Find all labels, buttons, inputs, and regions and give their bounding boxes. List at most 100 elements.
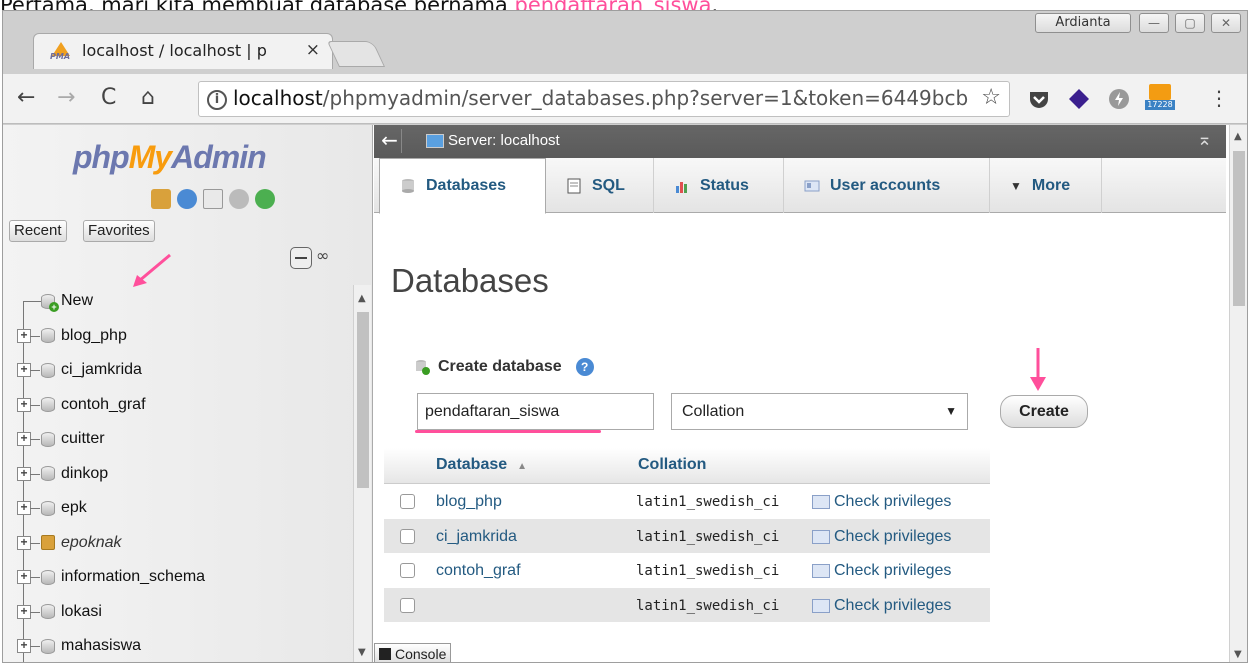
collation-select[interactable]: Collation ▼ xyxy=(671,393,968,430)
server-icon xyxy=(426,134,444,148)
row-checkbox[interactable] xyxy=(400,494,415,509)
logout-icon[interactable] xyxy=(177,189,197,209)
minimize-icon[interactable]: — xyxy=(1139,13,1169,33)
scroll-up-icon[interactable]: ▲ xyxy=(358,293,366,304)
expand-icon[interactable]: + xyxy=(17,466,31,481)
title-bar: PMA localhost / localhost | p × Ardianta… xyxy=(3,11,1247,74)
ghostery-icon[interactable] xyxy=(1107,87,1131,111)
help-icon[interactable]: ? xyxy=(575,358,594,376)
expand-icon[interactable]: + xyxy=(17,604,31,619)
phpmyadmin-logo[interactable]: phpMyAdmin xyxy=(73,139,267,176)
expand-icon[interactable]: + xyxy=(17,397,31,412)
navigation-bar: ← → C ⌂ i localhost/phpmyadmin/server_dat… xyxy=(3,74,1247,124)
check-privileges-link[interactable]: Check privileges xyxy=(812,493,951,511)
browser-menu-icon[interactable]: ⋮ xyxy=(1209,84,1229,112)
tree-item[interactable]: + ci_jamkrida xyxy=(3,353,351,388)
nav-scroll-thumb[interactable] xyxy=(357,312,369,488)
scroll-up-icon[interactable]: ▲ xyxy=(1234,131,1242,142)
tab-databases[interactable]: Databases xyxy=(379,158,546,214)
privileges-icon xyxy=(812,529,830,544)
main-scrollbar[interactable]: ▲ ▼ xyxy=(1229,125,1247,662)
favorites-button[interactable]: Favorites xyxy=(83,220,155,242)
caret-down-icon: ▼ xyxy=(1010,178,1022,193)
check-privileges-link[interactable]: Check privileges xyxy=(812,528,951,546)
expand-icon[interactable]: + xyxy=(17,363,31,378)
browser-tab[interactable]: PMA localhost / localhost | p × xyxy=(33,33,333,69)
pma-navigation-panel: phpMyAdmin Recent Favorites ∞ + New + bl… xyxy=(3,125,373,662)
profile-button[interactable]: Ardianta xyxy=(1035,13,1131,33)
user-accounts-icon xyxy=(804,180,820,191)
tree-item[interactable]: + contoh_graf xyxy=(3,387,351,422)
main-scroll-thumb[interactable] xyxy=(1233,151,1245,306)
url-path: /phpmyadmin/server_databases.php?server=… xyxy=(322,86,969,110)
forward-icon[interactable]: → xyxy=(57,84,75,112)
tab-close-icon[interactable]: × xyxy=(306,40,320,60)
row-checkbox[interactable] xyxy=(400,563,415,578)
new-tab-button[interactable] xyxy=(326,41,386,67)
tree-item[interactable]: + lokasi xyxy=(3,594,351,629)
tab-user-accounts[interactable]: User accounts xyxy=(784,158,990,213)
home-icon[interactable] xyxy=(151,189,171,209)
privileges-icon xyxy=(812,564,830,578)
collapse-top-icon[interactable]: ⌅ xyxy=(1197,129,1212,150)
expand-icon[interactable]: + xyxy=(17,501,31,516)
tree-item[interactable]: + information_schema xyxy=(3,560,351,595)
home-icon[interactable]: ⌂ xyxy=(141,84,155,112)
tab-status[interactable]: Status xyxy=(654,158,784,213)
expand-icon[interactable]: + xyxy=(17,432,31,447)
collapse-nav-icon[interactable]: ← xyxy=(378,129,402,153)
site-info-icon[interactable]: i xyxy=(207,90,227,110)
table-row: blog_php latin1_swedish_ci Check privile… xyxy=(384,484,990,519)
expand-icon[interactable]: + xyxy=(17,535,31,550)
scroll-down-icon[interactable]: ▼ xyxy=(1234,649,1242,660)
reload-nav-icon[interactable] xyxy=(255,189,275,209)
row-checkbox[interactable] xyxy=(400,528,415,544)
tree-item[interactable]: + blog_php xyxy=(3,318,351,353)
database-link[interactable]: blog_php xyxy=(436,493,502,511)
database-icon xyxy=(402,179,414,193)
settings-gear-icon[interactable] xyxy=(229,189,249,209)
docs-icon[interactable] xyxy=(203,189,223,209)
database-name-input[interactable]: pendaftaran_siswa xyxy=(417,393,654,430)
expand-icon[interactable]: + xyxy=(17,639,31,654)
console-button[interactable]: Console xyxy=(374,643,452,662)
collapse-all-icon[interactable] xyxy=(290,247,312,269)
nav-scrollbar[interactable]: ▲ ▼ xyxy=(353,285,371,662)
main-tab-bar: Databases SQL Status User accounts ▼ Mor… xyxy=(374,158,1226,214)
tree-item[interactable]: + epoknak xyxy=(3,525,351,560)
rss-icon[interactable]: 17228 xyxy=(1145,84,1175,114)
tab-more[interactable]: ▼ More xyxy=(990,158,1102,213)
pocket-icon[interactable] xyxy=(1027,87,1051,111)
check-privileges-link[interactable]: Check privileges xyxy=(812,597,951,615)
tab-sql[interactable]: SQL xyxy=(546,158,654,213)
tree-item[interactable]: + cuitter xyxy=(3,422,351,457)
tree-item[interactable]: + mahasiswa xyxy=(3,629,351,662)
link-with-main-icon[interactable]: ∞ xyxy=(316,246,329,265)
tree-item-new[interactable]: + New xyxy=(3,284,351,319)
scroll-down-icon[interactable]: ▼ xyxy=(358,647,366,658)
address-bar[interactable]: i localhost/phpmyadmin/server_databases.p… xyxy=(198,81,1010,117)
server-link[interactable]: Server: localhost xyxy=(448,132,560,149)
bookmark-star-icon[interactable]: ☆ xyxy=(981,85,1001,110)
reload-icon[interactable]: C xyxy=(101,84,116,112)
database-link[interactable]: contoh_graf xyxy=(436,562,521,580)
privileges-icon xyxy=(812,495,830,509)
database-link[interactable]: ci_jamkrida xyxy=(436,528,517,546)
close-window-icon[interactable]: ✕ xyxy=(1211,13,1241,33)
row-checkbox[interactable] xyxy=(400,597,415,613)
column-database[interactable]: Database ▲ xyxy=(436,456,527,474)
tab-title: localhost / localhost | p xyxy=(82,40,267,60)
status-chart-icon xyxy=(676,181,687,193)
tree-item[interactable]: + dinkop xyxy=(3,456,351,491)
expand-icon[interactable]: + xyxy=(17,328,31,343)
extension-diamond-icon[interactable] xyxy=(1067,87,1091,111)
check-privileges-link[interactable]: Check privileges xyxy=(812,562,951,580)
recent-button[interactable]: Recent xyxy=(9,220,67,242)
tree-item[interactable]: + epk xyxy=(3,491,351,526)
column-collation[interactable]: Collation xyxy=(638,456,706,474)
maximize-icon[interactable]: ▢ xyxy=(1175,13,1205,33)
collation-value: latin1_swedish_ci xyxy=(636,528,780,545)
back-icon[interactable]: ← xyxy=(17,84,35,112)
expand-icon[interactable]: + xyxy=(17,570,31,585)
create-button[interactable]: Create xyxy=(1000,395,1088,428)
